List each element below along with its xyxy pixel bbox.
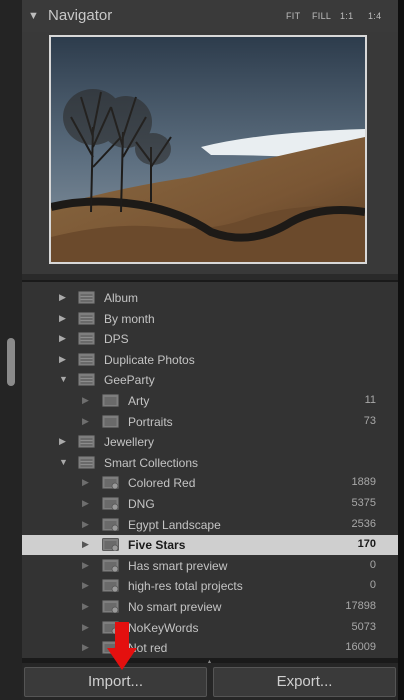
collection-set-icon (78, 435, 95, 449)
collection-count: 11 (364, 394, 376, 406)
disclosure-triangle-icon: ▶ (82, 477, 89, 488)
disclosure-triangle-icon: ▶ (82, 642, 89, 653)
smart-collection-icon (102, 538, 119, 552)
collection-row[interactable]: ▶ Egypt Landscape 2536 (22, 515, 398, 535)
zoom-fit[interactable]: FIT (286, 11, 300, 21)
collection-row[interactable]: ▶ Duplicate Photos (22, 350, 398, 370)
collection-set-icon (78, 332, 95, 346)
collection-label: Arty (128, 394, 150, 408)
collection-row[interactable]: ▶ By month (22, 309, 398, 329)
collection-set-icon (78, 455, 95, 469)
export-button[interactable]: Export... (213, 667, 396, 697)
collection-count: 1889 (351, 476, 376, 489)
navigator-title: Navigator (48, 7, 113, 24)
collection-row[interactable]: ▶ No smart preview 17898 (22, 597, 398, 617)
disclosure-triangle-icon: ▶ (82, 498, 89, 508)
collection-count: 73 (363, 414, 376, 427)
collection-row[interactable]: ▶ Has smart preview 0 (22, 556, 398, 576)
collection-icon (102, 414, 119, 428)
collection-label: DNG (128, 497, 155, 511)
collection-set-icon (78, 291, 95, 304)
disclosure-triangle-icon: ▶ (82, 601, 89, 611)
disclosure-triangle-icon: ▶ (82, 559, 89, 570)
collection-row[interactable]: ▶ Five Stars 170 (22, 535, 398, 556)
collection-set-icon (78, 311, 95, 325)
expand-down-triangle-icon[interactable]: ▼ (59, 457, 68, 467)
collection-label: GeeParty (104, 373, 155, 388)
collection-label: high-res total projects (128, 579, 243, 594)
disclosure-triangle-icon: ▶ (82, 518, 89, 529)
zoom-fill[interactable]: FILL (312, 11, 331, 21)
collection-count: 17898 (345, 600, 376, 612)
collection-count: 5375 (351, 497, 376, 509)
disclosure-triangle-icon: ▶ (82, 415, 89, 426)
landscape-photo (51, 37, 365, 262)
collection-row[interactable]: ▶ Album (22, 288, 398, 308)
collapse-triangle-icon[interactable]: ▼ (28, 10, 39, 22)
collection-row[interactable]: ▶ DNG 5375 (22, 494, 398, 514)
disclosure-triangle-icon[interactable]: ▶ (59, 333, 66, 344)
red-annotation-arrow-icon (107, 622, 137, 670)
collection-label: Five Stars (128, 538, 186, 553)
disclosure-triangle-icon: ▶ (82, 621, 89, 632)
expand-down-triangle-icon[interactable]: ▼ (59, 374, 68, 384)
collection-row[interactable]: ▼ Smart Collections (22, 453, 398, 473)
navigator-panel (22, 32, 398, 274)
disclosure-triangle-icon: ▶ (82, 580, 89, 591)
collection-count: 2536 (351, 517, 376, 530)
bottom-button-bar: Import... Export... (22, 663, 398, 700)
disclosure-triangle-icon: ▶ (82, 395, 89, 405)
right-edge (398, 0, 404, 700)
collection-label: Album (104, 291, 139, 305)
disclosure-triangle-icon: ▶ (82, 539, 89, 550)
collection-row[interactable]: ▶ Colored Red 1889 (22, 473, 398, 493)
collection-label: Egypt Landscape (128, 517, 221, 532)
disclosure-triangle-icon[interactable]: ▶ (59, 292, 66, 303)
collection-row[interactable]: ▶ high-res total projects 0 (22, 576, 398, 596)
zoom-1-4[interactable]: 1:4 (368, 11, 381, 21)
collection-count: 0 (369, 558, 376, 571)
collection-count: 5073 (351, 620, 376, 633)
navigator-divider (22, 274, 398, 280)
import-button[interactable]: Import... (24, 667, 207, 697)
collection-row[interactable]: ▶ DPS (22, 329, 398, 349)
smart-collection-icon (102, 497, 119, 511)
navigator-header[interactable]: ▼ Navigator FIT FILL 1:1 1:4 (22, 0, 398, 32)
collection-label: No smart preview (128, 600, 222, 614)
collection-count: 170 (357, 538, 376, 551)
collection-row[interactable]: ▶ Arty 11 (22, 391, 398, 411)
smart-collection-icon (102, 600, 119, 614)
collection-row[interactable]: ▶ Not red 16009 (22, 638, 398, 658)
left-scrollbar-thumb[interactable] (7, 338, 15, 386)
navigator-preview-image[interactable] (49, 35, 367, 264)
collection-row[interactable]: ▶ NoKeyWords 5073 (22, 618, 398, 638)
collection-label: Has smart preview (128, 558, 228, 573)
disclosure-triangle-icon[interactable]: ▶ (59, 313, 66, 324)
collection-icon (102, 394, 119, 407)
collection-row[interactable]: ▼ GeeParty (22, 370, 398, 390)
smart-collection-icon (102, 517, 119, 531)
collection-label: Jewellery (104, 435, 155, 450)
collection-set-icon (78, 373, 95, 387)
collection-label: By month (104, 311, 155, 326)
collection-row[interactable]: ▶ Jewellery (22, 432, 398, 452)
smart-collection-icon (102, 558, 119, 573)
zoom-1-1[interactable]: 1:1 (340, 11, 353, 21)
collection-row[interactable]: ▶ Portraits 73 (22, 412, 398, 432)
collection-label: NoKeyWords (128, 620, 199, 635)
collection-set-icon (78, 352, 95, 366)
collection-label: Duplicate Photos (104, 352, 195, 367)
collection-label: DPS (104, 332, 129, 347)
disclosure-triangle-icon[interactable]: ▶ (59, 354, 66, 365)
collection-label: Smart Collections (104, 455, 199, 470)
collection-count: 16009 (345, 641, 376, 654)
disclosure-triangle-icon[interactable]: ▶ (59, 436, 66, 447)
collection-label: Colored Red (128, 476, 196, 491)
smart-collection-icon (102, 579, 119, 593)
smart-collection-icon (102, 476, 119, 490)
collection-count: 0 (369, 579, 376, 592)
collection-label: Portraits (128, 414, 173, 429)
collections-list: ▶ Album ▶ By month ▶ DPS ▶ Duplicate Photos ▼ Gee… (22, 282, 398, 658)
